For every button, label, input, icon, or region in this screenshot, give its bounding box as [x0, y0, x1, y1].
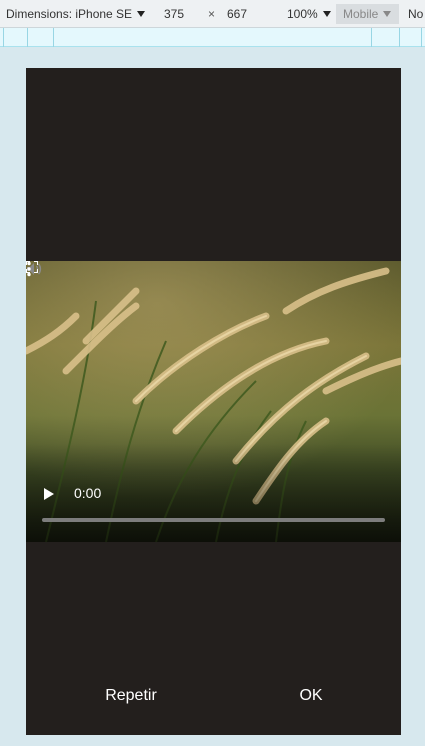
height-input[interactable]: 667 [227, 4, 265, 24]
ruler-tick [3, 28, 4, 47]
devtools-toolbar: Dimensions: iPhone SE 375 × 667 100% Mob… [0, 0, 425, 28]
ruler-tick [27, 28, 28, 47]
ok-button[interactable]: OK [281, 678, 341, 714]
ruler-tick [421, 28, 422, 47]
repeat-button[interactable]: Repetir [86, 678, 176, 714]
ruler-tick [399, 28, 400, 47]
chevron-down-icon [137, 11, 146, 17]
current-time: 0:00 [74, 485, 102, 501]
chevron-down-icon [383, 11, 392, 17]
device-label: Dimensions: iPhone SE [6, 7, 133, 21]
throttle-select[interactable]: No [408, 0, 423, 28]
device-viewport: 0:00 Repetir OK [26, 68, 401, 735]
video-player[interactable]: 0:00 [26, 261, 401, 542]
mode-label: Mobile [343, 7, 379, 21]
zoom-label: 100% [287, 7, 318, 21]
play-icon[interactable] [44, 488, 54, 500]
chevron-down-icon [322, 11, 331, 17]
ruler-tick [371, 28, 372, 47]
device-mode-select[interactable]: Mobile [336, 4, 399, 24]
width-input[interactable]: 375 [164, 4, 202, 24]
video-progress-bar[interactable] [42, 518, 385, 522]
device-select[interactable]: Dimensions: iPhone SE [6, 0, 146, 28]
zoom-select[interactable]: 100% [287, 0, 331, 28]
media-query-ruler[interactable] [0, 28, 425, 47]
ruler-tick [53, 28, 54, 47]
times-sign: × [208, 7, 216, 21]
more-options-icon[interactable] [26, 261, 32, 277]
